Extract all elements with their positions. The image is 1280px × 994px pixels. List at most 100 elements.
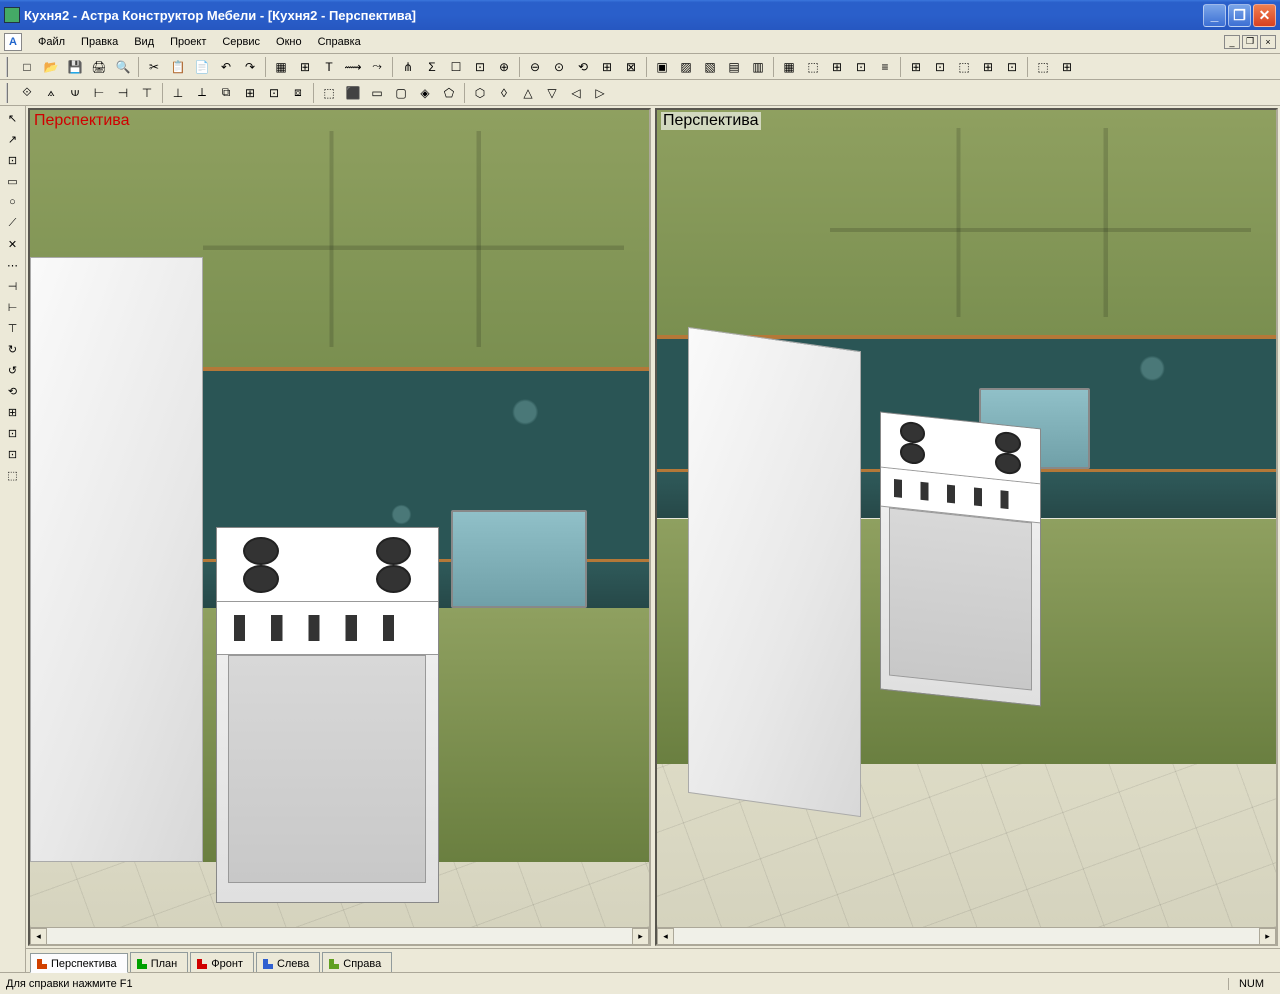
toolbar-button[interactable]: ▢ xyxy=(390,82,412,104)
viewport-right-canvas[interactable] xyxy=(657,110,1276,927)
vtoolbar-button[interactable]: ✕ xyxy=(2,234,24,254)
toolbar-button[interactable]: ⊖ xyxy=(524,56,546,78)
toolbar-button[interactable]: 📋 xyxy=(167,56,189,78)
toolbar-button[interactable]: ⊞ xyxy=(239,82,261,104)
toolbar-button[interactable]: ▦ xyxy=(778,56,800,78)
toolbar-button[interactable]: △ xyxy=(517,82,539,104)
mdi-minimize-button[interactable]: _ xyxy=(1224,35,1240,49)
menu-item-5[interactable]: Окно xyxy=(268,33,310,51)
toolbar-button[interactable]: ⊞ xyxy=(596,56,618,78)
view-tab-Слева[interactable]: Слева xyxy=(256,952,320,972)
toolbar-button[interactable]: ⊞ xyxy=(1056,56,1078,78)
toolbar-button[interactable]: ◁ xyxy=(565,82,587,104)
minimize-button[interactable]: _ xyxy=(1203,4,1226,27)
toolbar-button[interactable]: 📄 xyxy=(191,56,213,78)
toolbar-button[interactable]: ⊤ xyxy=(136,82,158,104)
vtoolbar-button[interactable]: ○ xyxy=(2,192,24,212)
toolbar-button[interactable]: Σ xyxy=(421,56,443,78)
toolbar-button[interactable]: ⬚ xyxy=(1032,56,1054,78)
toolbar-button[interactable]: ⊥ xyxy=(167,82,189,104)
viewport-right-hscrollbar[interactable]: ◂ ▸ xyxy=(657,927,1276,944)
vtoolbar-button[interactable]: ⊞ xyxy=(2,402,24,422)
toolbar-button[interactable]: ▥ xyxy=(747,56,769,78)
vtoolbar-button[interactable]: ⊢ xyxy=(2,297,24,317)
vtoolbar-button[interactable]: ⋯ xyxy=(2,255,24,275)
toolbar-button[interactable]: ⟲ xyxy=(572,56,594,78)
toolbar-grip[interactable] xyxy=(6,83,12,103)
view-tab-План[interactable]: План xyxy=(130,952,189,972)
toolbar-button[interactable]: ⬚ xyxy=(953,56,975,78)
toolbar-button[interactable]: ⊡ xyxy=(1001,56,1023,78)
toolbar-button[interactable]: ⬚ xyxy=(802,56,824,78)
toolbar-button[interactable]: ▦ xyxy=(270,56,292,78)
scroll-track[interactable] xyxy=(674,928,1259,944)
toolbar-button[interactable]: ⧈ xyxy=(287,82,309,104)
vtoolbar-button[interactable]: ⊡ xyxy=(2,150,24,170)
menu-item-6[interactable]: Справка xyxy=(310,33,369,51)
toolbar-button[interactable]: ☐ xyxy=(445,56,467,78)
vtoolbar-button[interactable]: ▭ xyxy=(2,171,24,191)
toolbar-button[interactable]: ⊣ xyxy=(112,82,134,104)
toolbar-button[interactable]: ⊡ xyxy=(850,56,872,78)
toolbar-button[interactable]: 🖨 xyxy=(88,56,110,78)
menu-item-2[interactable]: Вид xyxy=(126,33,162,51)
viewport-left[interactable]: Перспектива xyxy=(28,108,651,946)
viewport-right[interactable]: Перспектива xyxy=(655,108,1278,946)
toolbar-button[interactable]: ⧉ xyxy=(215,82,237,104)
vtoolbar-button[interactable]: ↗ xyxy=(2,129,24,149)
scroll-right-button[interactable]: ▸ xyxy=(1259,928,1276,945)
maximize-button[interactable]: ❐ xyxy=(1228,4,1251,27)
menu-item-1[interactable]: Правка xyxy=(73,33,126,51)
menu-item-4[interactable]: Сервис xyxy=(214,33,268,51)
toolbar-button[interactable]: ⤳ xyxy=(366,56,388,78)
toolbar-button[interactable]: ⊞ xyxy=(905,56,927,78)
vtoolbar-button[interactable]: ⟋ xyxy=(2,213,24,233)
scroll-left-button[interactable]: ◂ xyxy=(657,928,674,945)
mdi-restore-button[interactable]: ❐ xyxy=(1242,35,1258,49)
toolbar-button[interactable]: ⋔ xyxy=(397,56,419,78)
toolbar-button[interactable]: ▨ xyxy=(675,56,697,78)
toolbar-button[interactable]: ⊕ xyxy=(493,56,515,78)
close-button[interactable]: ✕ xyxy=(1253,4,1276,27)
toolbar-button[interactable]: ▧ xyxy=(699,56,721,78)
toolbar-button[interactable]: ⬡ xyxy=(469,82,491,104)
app-menu-icon[interactable]: A xyxy=(4,33,22,51)
scroll-track[interactable] xyxy=(47,928,632,944)
toolbar-button[interactable]: ⟑ xyxy=(40,82,62,104)
vtoolbar-button[interactable]: ↺ xyxy=(2,360,24,380)
toolbar-button[interactable]: ↷ xyxy=(239,56,261,78)
view-tab-Фронт[interactable]: Фронт xyxy=(190,952,254,972)
vtoolbar-button[interactable]: ↖ xyxy=(2,108,24,128)
toolbar-button[interactable]: ▭ xyxy=(366,82,388,104)
vtoolbar-button[interactable]: ⊡ xyxy=(2,423,24,443)
toolbar-button[interactable]: ⊢ xyxy=(88,82,110,104)
toolbar-button[interactable]: ◊ xyxy=(493,82,515,104)
vtoolbar-button[interactable]: ⬚ xyxy=(2,465,24,485)
scroll-left-button[interactable]: ◂ xyxy=(30,928,47,945)
toolbar-button[interactable]: ⊡ xyxy=(263,82,285,104)
menu-item-0[interactable]: Файл xyxy=(30,33,73,51)
mdi-close-button[interactable]: × xyxy=(1260,35,1276,49)
toolbar-button[interactable]: ⊞ xyxy=(977,56,999,78)
toolbar-button[interactable]: 🔍 xyxy=(112,56,134,78)
toolbar-button[interactable]: 💾 xyxy=(64,56,86,78)
toolbar-button[interactable]: ⬠ xyxy=(438,82,460,104)
vtoolbar-button[interactable]: ↻ xyxy=(2,339,24,359)
vtoolbar-button[interactable]: ⊣ xyxy=(2,276,24,296)
toolbar-button[interactable]: ⊠ xyxy=(620,56,642,78)
toolbar-button[interactable]: 📂 xyxy=(40,56,62,78)
viewport-left-hscrollbar[interactable]: ◂ ▸ xyxy=(30,927,649,944)
toolbar-button[interactable]: ⟒ xyxy=(64,82,86,104)
toolbar-button[interactable]: ⟿ xyxy=(342,56,364,78)
toolbar-button[interactable]: □ xyxy=(16,56,38,78)
toolbar-button[interactable]: ⊡ xyxy=(929,56,951,78)
toolbar-button[interactable]: ↶ xyxy=(215,56,237,78)
toolbar-button[interactable]: ⬚ xyxy=(318,82,340,104)
view-tab-Перспектива[interactable]: Перспектива xyxy=(30,953,128,973)
viewport-left-canvas[interactable] xyxy=(30,110,649,927)
toolbar-button[interactable]: ▽ xyxy=(541,82,563,104)
toolbar-button[interactable]: ▣ xyxy=(651,56,673,78)
toolbar-button[interactable]: ✂ xyxy=(143,56,165,78)
toolbar-button[interactable]: ≡ xyxy=(874,56,896,78)
toolbar-button[interactable]: ⬛ xyxy=(342,82,364,104)
